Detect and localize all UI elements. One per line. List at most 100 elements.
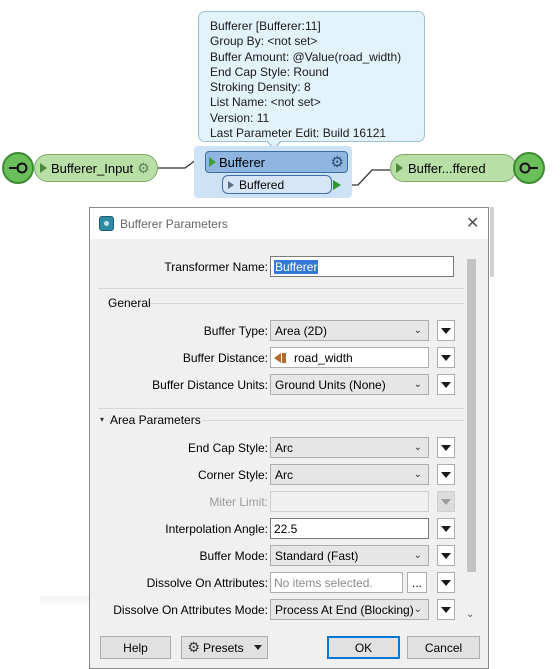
corner-style-select[interactable]: Arc ⌄ bbox=[270, 464, 429, 485]
divider bbox=[98, 288, 464, 289]
tooltip-line: End Cap Style: Round bbox=[210, 64, 329, 79]
cancel-button[interactable]: Cancel bbox=[407, 636, 480, 659]
end-cap-style-row: End Cap Style: Arc ⌄ bbox=[98, 437, 468, 459]
buffer-distance-value: road_width bbox=[294, 351, 353, 365]
buffer-mode-value: Standard (Fast) bbox=[275, 549, 359, 563]
dissolve-on-attributes-placeholder: No items selected. bbox=[274, 576, 373, 590]
dissolve-on-attributes-field[interactable]: No items selected. bbox=[270, 572, 403, 593]
transformer-name-field[interactable]: Bufferer bbox=[270, 256, 454, 277]
divider bbox=[150, 303, 464, 304]
transformer-name-label: Transformer Name: bbox=[164, 260, 268, 274]
presets-button[interactable]: ⚙ Presets bbox=[181, 636, 268, 659]
port-arrow-icon bbox=[228, 180, 234, 189]
bufferer-transformer[interactable]: Bufferer ⚙ bbox=[205, 151, 348, 173]
window-scrollbar[interactable] bbox=[490, 207, 494, 277]
chevron-down-icon: ⌄ bbox=[413, 442, 422, 453]
play-icon bbox=[396, 163, 403, 173]
gear-icon: ⚙ bbox=[187, 639, 200, 655]
tooltip-line: Buffer Amount: @Value(road_width) bbox=[210, 49, 402, 64]
dissolve-mode-value: Process At End (Blocking) bbox=[275, 603, 414, 617]
buffer-mode-select[interactable]: Standard (Fast) ⌄ bbox=[270, 545, 429, 566]
end-cap-style-menu-button[interactable] bbox=[437, 437, 455, 458]
output-node-label: Buffer...ffered bbox=[408, 160, 486, 176]
writer-port-icon[interactable] bbox=[513, 152, 545, 184]
buffer-type-menu-button[interactable] bbox=[437, 320, 455, 341]
input-node-label: Bufferer_Input bbox=[51, 160, 134, 176]
bufferer-input-node[interactable]: Bufferer_Input ⚙ bbox=[34, 154, 158, 182]
bufferer-parameters-dialog: Bufferer Parameters ✕ Transformer Name: … bbox=[89, 207, 489, 669]
scroll-down-icon[interactable]: ⌄ bbox=[466, 609, 474, 620]
dialog-title: Bufferer Parameters bbox=[120, 217, 228, 231]
dissolve-mode-menu-button[interactable] bbox=[437, 599, 455, 620]
buffer-distance-label: Buffer Distance: bbox=[182, 351, 268, 365]
tooltip-line: Stroking Density: 8 bbox=[210, 80, 311, 95]
input-port-icon bbox=[209, 157, 216, 167]
buffer-type-row: Buffer Type: Area (2D) ⌄ bbox=[98, 320, 468, 342]
corner-style-label: Corner Style: bbox=[197, 468, 268, 482]
buffer-distance-units-select[interactable]: Ground Units (None) ⌄ bbox=[270, 374, 429, 395]
tooltip-line: Version: 11 bbox=[210, 110, 270, 125]
canvas-shadow bbox=[40, 596, 90, 608]
buffered-output-port[interactable]: Buffered bbox=[222, 175, 332, 194]
miter-limit-field bbox=[270, 491, 429, 512]
gear-icon[interactable]: ⚙ bbox=[331, 153, 344, 171]
gear-icon[interactable]: ⚙ bbox=[137, 160, 150, 177]
corner-style-menu-button[interactable] bbox=[437, 464, 455, 485]
buffer-mode-row: Buffer Mode: Standard (Fast) ⌄ bbox=[98, 545, 468, 567]
output-port-icon[interactable] bbox=[333, 180, 341, 190]
play-icon bbox=[40, 163, 47, 173]
caret-down-icon bbox=[253, 645, 262, 650]
miter-limit-menu-button bbox=[437, 491, 455, 512]
miter-limit-row: Miter Limit: bbox=[98, 491, 468, 513]
output-connection bbox=[346, 169, 390, 186]
chevron-down-icon: ⌄ bbox=[413, 550, 422, 561]
chevron-down-icon: ⌄ bbox=[413, 325, 422, 336]
chevron-down-icon: ⌄ bbox=[413, 469, 422, 480]
help-button[interactable]: Help bbox=[100, 636, 171, 659]
reader-port-icon[interactable] bbox=[2, 152, 34, 184]
collapse-icon[interactable]: ▾ bbox=[100, 415, 104, 424]
corner-style-row: Corner Style: Arc ⌄ bbox=[98, 464, 468, 486]
buffer-mode-label: Buffer Mode: bbox=[199, 549, 268, 563]
buffer-mode-menu-button[interactable] bbox=[437, 545, 455, 566]
output-port-label: Buffered bbox=[239, 177, 285, 192]
panel-scrollbar[interactable]: ⌄ bbox=[464, 259, 478, 635]
dissolve-on-attributes-row: Dissolve On Attributes: No items selecte… bbox=[98, 572, 468, 594]
tooltip-line: List Name: <not set> bbox=[210, 95, 321, 110]
dialog-titlebar[interactable]: Bufferer Parameters ✕ bbox=[90, 208, 488, 239]
interpolation-angle-value: 22.5 bbox=[274, 522, 298, 536]
chevron-down-icon: ⌄ bbox=[413, 604, 422, 615]
presets-label: Presets bbox=[202, 640, 244, 655]
scrollbar-thumb[interactable] bbox=[467, 259, 476, 572]
interpolation-angle-field[interactable]: 22.5 bbox=[270, 518, 429, 539]
transformer-name-value: Bufferer bbox=[274, 260, 319, 274]
dissolve-mode-select[interactable]: Process At End (Blocking) ⌄ bbox=[270, 599, 429, 620]
buffered-output-node[interactable]: Buffer...ffered bbox=[390, 154, 517, 182]
tooltip-line: Bufferer [Bufferer:11] bbox=[210, 19, 321, 33]
buffer-distance-field[interactable]: road_width bbox=[270, 347, 429, 368]
interpolation-angle-label: Interpolation Angle: bbox=[165, 522, 268, 536]
fme-app-icon bbox=[99, 216, 114, 231]
buffer-distance-units-value: Ground Units (None) bbox=[275, 378, 386, 392]
end-cap-style-label: End Cap Style: bbox=[187, 441, 268, 455]
dissolve-mode-row: Dissolve On Attributes Mode: Process At … bbox=[98, 599, 468, 621]
interpolation-angle-row: Interpolation Angle: 22.5 bbox=[98, 518, 468, 540]
interpolation-angle-menu-button[interactable] bbox=[437, 518, 455, 539]
general-section-title: General bbox=[108, 296, 151, 310]
chevron-down-icon: ⌄ bbox=[413, 379, 422, 390]
dissolve-on-attributes-menu-button[interactable] bbox=[437, 572, 455, 593]
attribute-tag-icon-body bbox=[282, 353, 286, 363]
corner-style-value: Arc bbox=[275, 468, 293, 482]
buffer-distance-menu-button[interactable] bbox=[437, 347, 455, 368]
buffer-distance-units-label: Buffer Distance Units: bbox=[152, 378, 268, 392]
ok-button[interactable]: OK bbox=[327, 636, 400, 659]
dissolve-on-attributes-label: Dissolve On Attributes: bbox=[146, 576, 268, 590]
close-icon[interactable]: ✕ bbox=[466, 213, 479, 233]
area-parameters-section-title[interactable]: Area Parameters bbox=[110, 413, 201, 427]
buffer-distance-units-row: Buffer Distance Units: Ground Units (Non… bbox=[98, 374, 468, 396]
divider bbox=[98, 408, 464, 409]
buffer-type-select[interactable]: Area (2D) ⌄ bbox=[270, 320, 429, 341]
dissolve-attributes-picker-button[interactable]: ... bbox=[407, 572, 427, 593]
end-cap-style-select[interactable]: Arc ⌄ bbox=[270, 437, 429, 458]
buffer-distance-units-menu-button[interactable] bbox=[437, 374, 455, 395]
